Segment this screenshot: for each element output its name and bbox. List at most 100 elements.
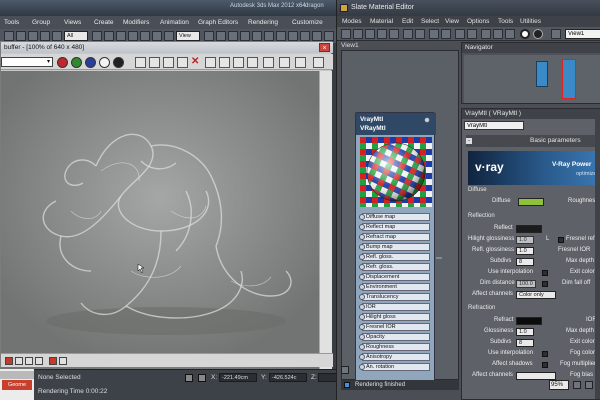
clear-region-icon[interactable] xyxy=(49,357,57,365)
material-editor-icon[interactable] xyxy=(324,31,334,41)
slot-socket[interactable] xyxy=(359,334,365,340)
clear-icon[interactable]: ✕ xyxy=(191,56,199,67)
layout-all-icon[interactable] xyxy=(455,29,465,39)
menu-create[interactable]: Create xyxy=(94,19,114,26)
refr-subdivs-field[interactable]: 8 xyxy=(516,339,534,347)
slot-socket[interactable] xyxy=(359,284,365,290)
vertical-scrollbar[interactable] xyxy=(319,71,332,389)
view-name-input[interactable] xyxy=(565,29,600,39)
slot-socket[interactable] xyxy=(359,354,365,360)
subdivs-field[interactable]: 8 xyxy=(516,258,534,266)
menu-select[interactable]: Select xyxy=(421,18,439,25)
slot-refl-gloss[interactable]: Refl. gloss. xyxy=(359,253,430,261)
dim-distance-checkbox[interactable] xyxy=(542,281,548,287)
reflect-color-swatch[interactable] xyxy=(516,225,542,233)
color-correction-icon[interactable] xyxy=(263,57,274,68)
basic-parameters-rollout[interactable]: Basic parameters xyxy=(466,135,600,147)
slot-socket[interactable] xyxy=(359,264,365,270)
layout-children-icon[interactable] xyxy=(467,29,477,39)
save-icon[interactable] xyxy=(135,57,146,68)
z-coordinate-field[interactable] xyxy=(318,373,338,382)
pan-icon[interactable] xyxy=(585,381,593,389)
schematic-icon[interactable] xyxy=(312,31,322,41)
refr-affect-channels-dropdown[interactable] xyxy=(516,372,556,380)
select-by-name-icon[interactable] xyxy=(104,31,114,41)
history-icon[interactable] xyxy=(313,57,324,68)
selection-filter-dropdown[interactable]: All xyxy=(64,31,88,41)
slot-socket[interactable] xyxy=(359,234,365,240)
hide-unused-icon[interactable] xyxy=(415,29,425,39)
snap-icon[interactable] xyxy=(228,31,238,41)
menu-utilities[interactable]: Utilities xyxy=(520,18,541,25)
slot-roughness[interactable]: Roughness xyxy=(359,343,430,351)
menu-views[interactable]: Views xyxy=(64,19,81,26)
geometry-tab[interactable]: Geome xyxy=(2,380,32,390)
menu-modes[interactable]: Modes xyxy=(342,18,362,25)
open-folder-icon[interactable] xyxy=(149,57,160,68)
dim-distance-field[interactable]: 100.0 xyxy=(516,280,536,288)
slot-socket[interactable] xyxy=(359,294,365,300)
mirror-icon[interactable] xyxy=(264,31,274,41)
refract-color-swatch[interactable] xyxy=(516,317,542,325)
menu-tools[interactable]: Tools xyxy=(498,18,513,25)
slot-socket[interactable] xyxy=(359,364,365,370)
parameter-editor-icon[interactable] xyxy=(493,29,503,39)
record-icon[interactable] xyxy=(520,29,530,39)
menu-animation[interactable]: Animation xyxy=(160,19,189,26)
refr-glossiness-field[interactable]: 1.0 xyxy=(516,328,534,336)
curve-editor-icon[interactable] xyxy=(300,31,310,41)
reference-coord-dropdown[interactable]: View xyxy=(176,31,200,41)
navigator-view[interactable] xyxy=(464,55,600,103)
node-output-socket[interactable] xyxy=(424,117,430,123)
pick-material-icon[interactable] xyxy=(353,29,363,39)
x-coordinate-field[interactable]: -221.49cm xyxy=(219,373,257,382)
menu-rendering[interactable]: Rendering xyxy=(248,19,278,26)
scale-icon[interactable] xyxy=(164,31,174,41)
slot-socket[interactable] xyxy=(359,214,365,220)
teapot-render-icon[interactable] xyxy=(295,57,306,68)
navigate-icon[interactable] xyxy=(341,366,349,374)
stamp-icon[interactable] xyxy=(279,57,290,68)
move-children-icon[interactable] xyxy=(403,29,413,39)
camera-icon[interactable] xyxy=(533,29,543,39)
duplicate-icon[interactable] xyxy=(177,57,188,68)
slot-displacement[interactable]: Displacement xyxy=(359,273,430,281)
rotate-icon[interactable] xyxy=(152,31,162,41)
zoom-extents-icon[interactable] xyxy=(573,381,581,389)
link-icon[interactable] xyxy=(28,31,38,41)
material-name-input[interactable] xyxy=(464,121,524,130)
menu-tools[interactable]: Tools xyxy=(4,19,19,26)
menu-group[interactable]: Group xyxy=(32,19,50,26)
window-crossing-icon[interactable] xyxy=(128,31,138,41)
navigator-viewport-rect[interactable] xyxy=(562,59,576,99)
zoom-field[interactable]: 95% xyxy=(549,380,569,390)
menu-options[interactable]: Options xyxy=(467,18,489,25)
slot-socket[interactable] xyxy=(359,314,365,320)
blue-channel-icon[interactable] xyxy=(85,57,96,68)
diffuse-color-swatch[interactable] xyxy=(518,198,544,206)
undo-icon[interactable] xyxy=(4,31,14,41)
align-icon[interactable] xyxy=(276,31,286,41)
green-channel-icon[interactable] xyxy=(71,57,82,68)
tab-view1[interactable]: View1 xyxy=(341,42,363,50)
vraymtl-node[interactable]: VrayMtl VRayMtl Diffuse map Reflect map … xyxy=(355,112,436,382)
refl-glossiness-field[interactable]: 1.0 xyxy=(516,247,534,255)
red-channel-icon[interactable] xyxy=(57,57,68,68)
material-map-browser-icon[interactable] xyxy=(481,29,491,39)
slot-hilight-gloss[interactable]: Hilight gloss xyxy=(359,313,430,321)
channel-dropdown[interactable] xyxy=(1,57,53,67)
select-by-material-icon[interactable] xyxy=(505,29,515,39)
slot-translucency[interactable]: Translucency xyxy=(359,293,430,301)
menu-edit[interactable]: Edit xyxy=(402,18,413,25)
pivot-icon[interactable] xyxy=(204,31,214,41)
y-coordinate-field[interactable]: -426.524c xyxy=(269,373,307,382)
move-icon[interactable] xyxy=(140,31,150,41)
compare-icon[interactable] xyxy=(35,357,43,365)
select-icon[interactable] xyxy=(92,31,102,41)
slot-an-rotation[interactable]: An. rotation xyxy=(359,363,430,371)
close-button[interactable]: × xyxy=(319,43,330,52)
lock-icon[interactable] xyxy=(15,357,23,365)
menu-view[interactable]: View xyxy=(445,18,459,25)
slot-socket[interactable] xyxy=(359,274,365,280)
select-tool-icon[interactable] xyxy=(341,29,351,39)
